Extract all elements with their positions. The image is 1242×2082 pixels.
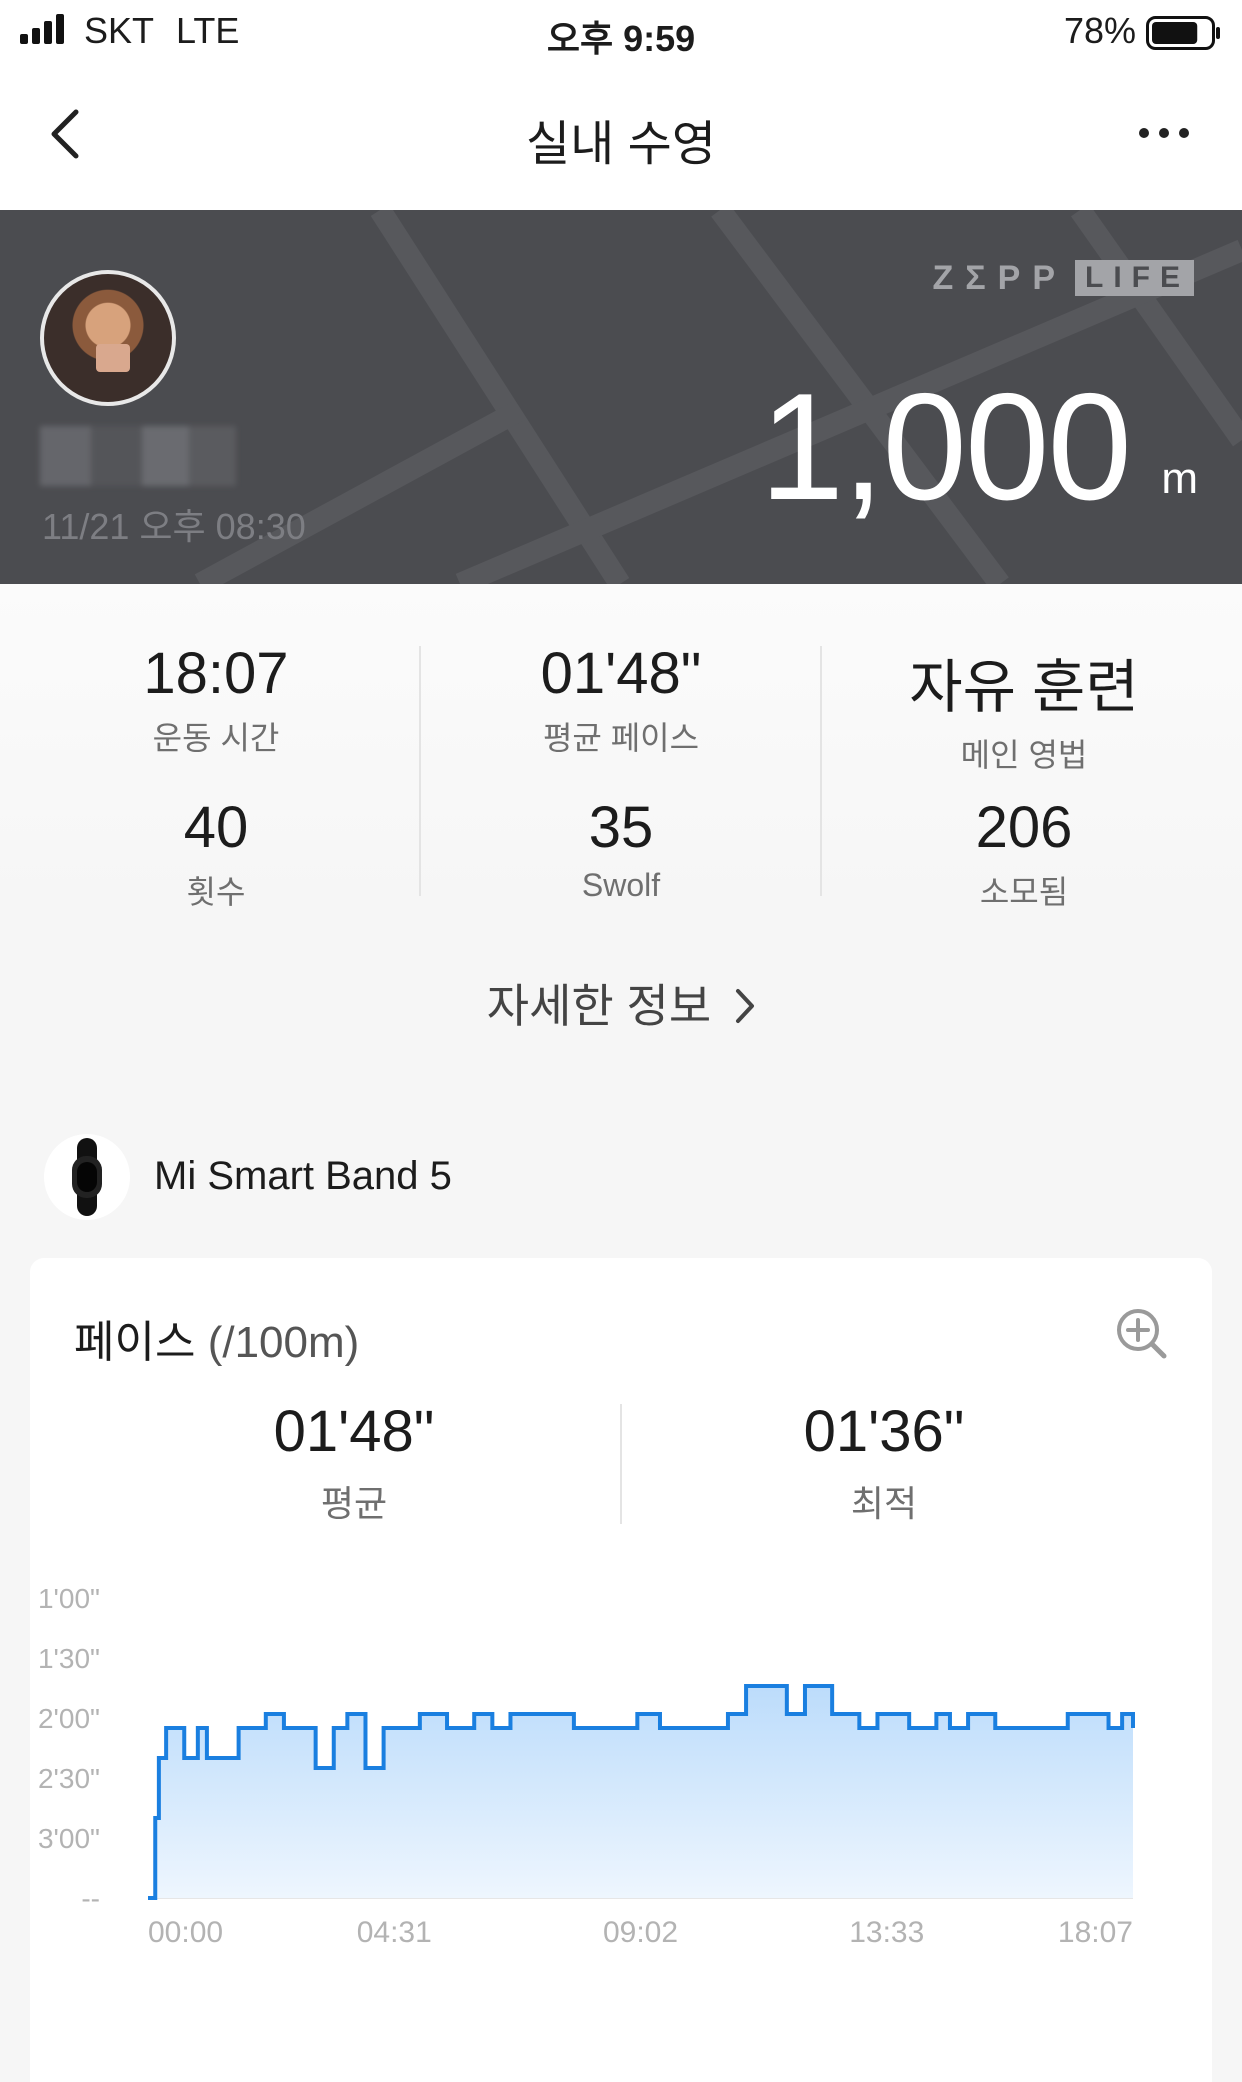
- stat-label: 메인 영법: [960, 737, 1088, 773]
- x-tick-label: 18:07: [1058, 1916, 1133, 1949]
- stat-label: 소모됨: [979, 874, 1069, 910]
- y-tick-label: 1'00": [38, 1583, 100, 1614]
- zoom-in-icon[interactable]: [1114, 1306, 1168, 1360]
- battery-percentage: 78%: [1063, 10, 1136, 51]
- y-tick-label: --: [81, 1883, 100, 1914]
- smart-band-icon: [44, 1134, 130, 1220]
- pace-divider: [620, 1404, 622, 1524]
- stat-value: 40: [183, 795, 249, 860]
- page-title: 실내 수영: [526, 118, 716, 171]
- distance-value: 1,000: [759, 362, 1132, 532]
- navigation-bar: 실내 수영: [0, 62, 1242, 210]
- y-tick-label: 1'30": [38, 1643, 100, 1674]
- stat-label: 평균 페이스: [542, 720, 700, 756]
- x-tick-label: 04:31: [357, 1916, 432, 1949]
- stat-duration: 18:07 운동 시간: [14, 640, 418, 759]
- battery-icon: [1146, 16, 1220, 50]
- stat-value: 206: [975, 795, 1073, 860]
- pace-chart: 1'00" 1'30" 2'00" 2'30" 3'00" -- 00:00 04:31 09:…: [38, 1583, 1135, 1949]
- pace-card: 페이스 (/100m) 01'48" 평균 01'36" 최적 1'00" 1'3…: [30, 1258, 1212, 2082]
- stat-value: 01'48": [540, 641, 702, 706]
- workout-stats: 18:07 운동 시간 01'48" 평균 페이스 자유 훈련 메인 영법 40…: [0, 584, 1242, 914]
- status-time: 오후 9:59: [546, 18, 696, 59]
- stat-strokes: 40 횟수: [14, 794, 418, 913]
- pace-best: 01'36" 최적: [684, 1398, 1084, 1527]
- zepp-life-logo: ZΣPP LIFE: [932, 258, 1194, 297]
- brand-zepp-text: ZΣPP: [932, 258, 1067, 297]
- pace-title: 페이스: [74, 1318, 196, 1367]
- x-tick-label: 09:02: [603, 1916, 678, 1949]
- y-tick-label: 2'30": [38, 1763, 100, 1794]
- y-tick-label: 2'00": [38, 1703, 100, 1734]
- distance-unit: m: [1161, 454, 1198, 503]
- workout-date: 11/21 오후 08:30: [42, 506, 306, 547]
- stat-label: 횟수: [186, 874, 246, 910]
- stat-value: 자유 훈련: [909, 655, 1139, 720]
- x-tick-label: 13:33: [849, 1916, 924, 1949]
- stat-label: Swolf: [581, 867, 661, 903]
- pace-best-value: 01'36": [803, 1399, 965, 1464]
- workout-header-banner: 11/21 오후 08:30 ZΣPP LIFE 1,000 m: [0, 210, 1242, 584]
- pace-average: 01'48" 평균: [154, 1398, 554, 1527]
- pace-area: [148, 1686, 1133, 1898]
- chevron-right-icon: [736, 989, 755, 1023]
- stats-divider: [419, 646, 421, 896]
- pace-average-value: 01'48": [273, 1399, 435, 1464]
- device-name: Mi Smart Band 5: [154, 1154, 452, 1198]
- stat-swolf: 35 Swolf: [419, 794, 823, 904]
- details-link-label: 자세한 정보: [486, 980, 712, 1032]
- details-link[interactable]: 자세한 정보: [0, 970, 1242, 1036]
- pace-title-unit: (/100m): [207, 1318, 360, 1367]
- stat-main-stroke: 자유 훈련 메인 영법: [822, 640, 1226, 776]
- brand-life-text: LIFE: [1075, 260, 1194, 296]
- stat-value: 18:07: [143, 641, 289, 706]
- more-horizontal-icon[interactable]: [1136, 122, 1192, 144]
- status-bar: SKT LTE 오후 9:59 78%: [0, 0, 1242, 62]
- stats-divider: [820, 646, 822, 896]
- pace-card-title: 페이스 (/100m): [74, 1306, 359, 1370]
- pace-best-label: 최적: [850, 1483, 918, 1524]
- username-redacted: [40, 426, 236, 486]
- pace-average-label: 평균: [320, 1483, 388, 1524]
- stat-value: 35: [588, 795, 654, 860]
- stat-average-pace: 01'48" 평균 페이스: [419, 640, 823, 759]
- stat-calories: 206 소모됨: [822, 794, 1226, 913]
- x-tick-label: 00:00: [148, 1916, 223, 1949]
- y-tick-label: 3'00": [38, 1823, 100, 1854]
- user-avatar[interactable]: [40, 270, 176, 406]
- stat-label: 운동 시간: [152, 720, 280, 756]
